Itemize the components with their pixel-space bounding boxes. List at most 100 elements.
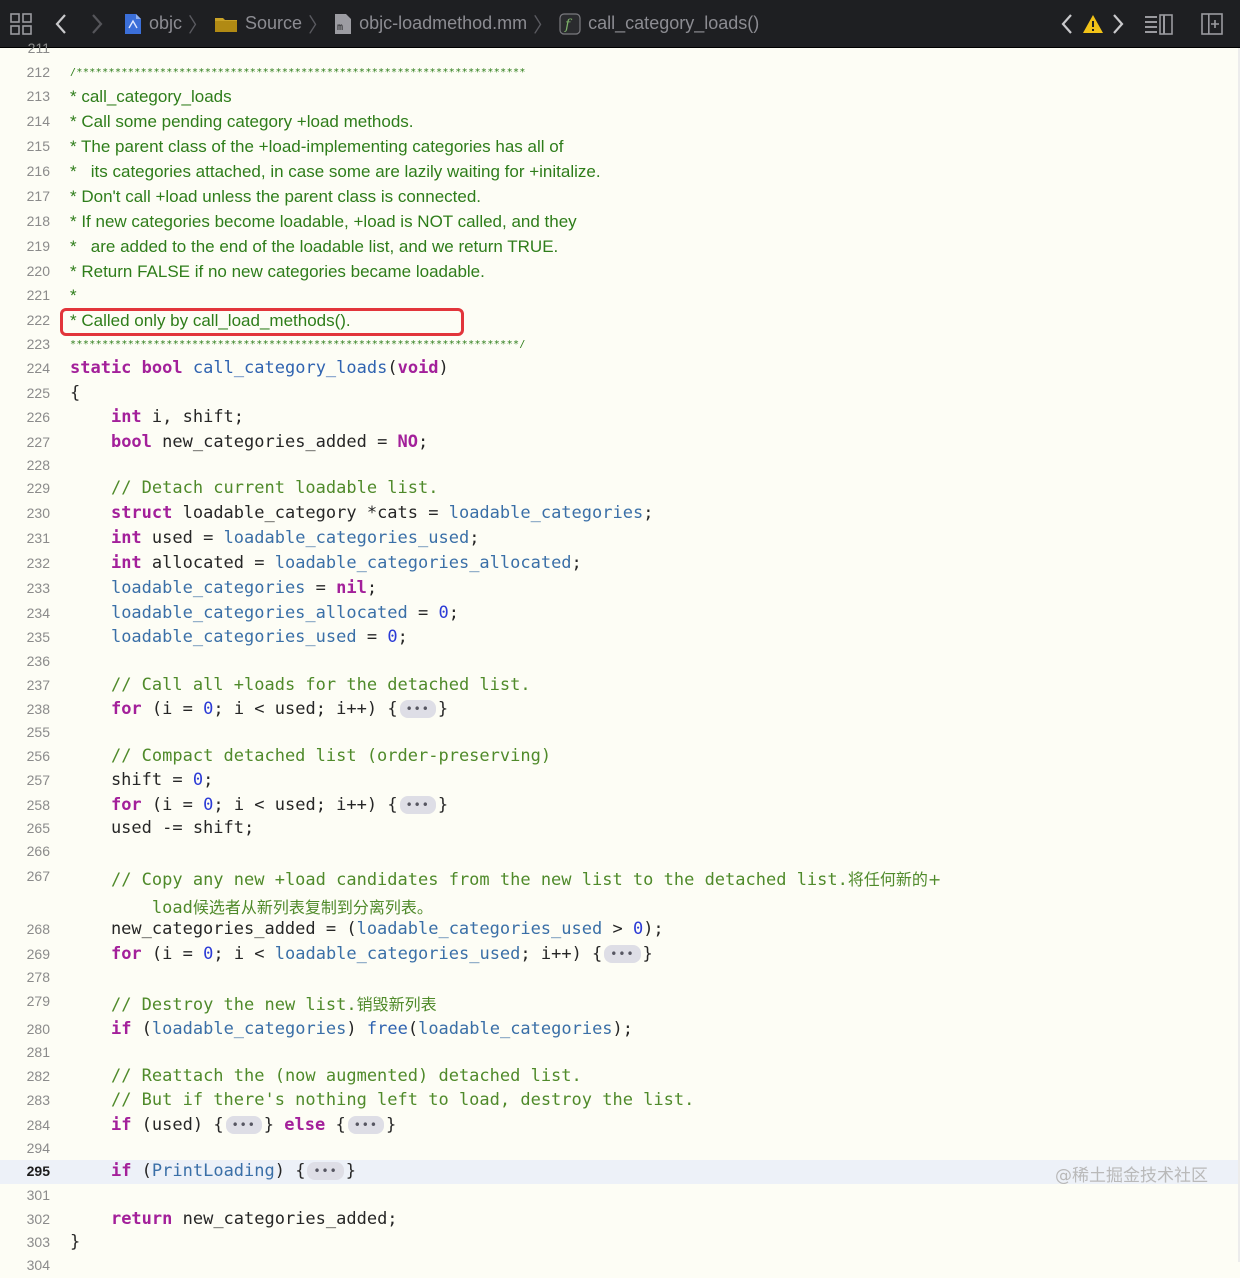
code-line[interactable]: 295 if (PrintLoading) {•••}: [0, 1160, 1240, 1184]
code-line[interactable]: 236: [0, 650, 1240, 674]
line-number[interactable]: 284: [0, 1117, 50, 1133]
code-line[interactable]: 301: [0, 1184, 1240, 1208]
code-line[interactable]: 302 return new_categories_added;: [0, 1208, 1240, 1232]
line-number[interactable]: 235: [0, 629, 50, 645]
code-line[interactable]: 281: [0, 1041, 1240, 1065]
line-number[interactable]: 236: [0, 653, 50, 669]
code-line[interactable]: 217 * Don't call +load unless the parent …: [0, 185, 1240, 209]
code-line[interactable]: 231 int used = loadable_categories_used;: [0, 527, 1240, 551]
line-number[interactable]: 238: [0, 701, 50, 717]
add-editor-split-icon[interactable]: [1200, 12, 1224, 35]
code-line[interactable]: 228: [0, 454, 1240, 478]
code-line[interactable]: 238 for (i = 0; i < used; i++) {•••}: [0, 698, 1240, 722]
line-number[interactable]: 232: [0, 555, 50, 571]
line-number[interactable]: 237: [0, 677, 50, 693]
code-line[interactable]: 219 * are added to the end of the loadabl…: [0, 235, 1240, 259]
code-line[interactable]: 265 used -= shift;: [0, 817, 1240, 841]
line-number[interactable]: 255: [0, 724, 50, 740]
editor-options-icon[interactable]: [1144, 13, 1174, 35]
code-line[interactable]: load候选者从新列表复制到分离列表。: [0, 893, 1240, 918]
back-chevron-icon[interactable]: [54, 13, 68, 35]
code-line[interactable]: 283 // But if there's nothing left to lo…: [0, 1089, 1240, 1113]
line-number[interactable]: 221: [0, 287, 50, 303]
code-line[interactable]: 303}: [0, 1231, 1240, 1255]
breadcrumb-project[interactable]: objc: [124, 13, 182, 35]
line-number[interactable]: 228: [0, 457, 50, 473]
line-number[interactable]: 302: [0, 1211, 50, 1227]
line-number[interactable]: 282: [0, 1068, 50, 1084]
code-line[interactable]: 255: [0, 721, 1240, 745]
line-number[interactable]: 215: [0, 138, 50, 154]
line-number[interactable]: 279: [0, 993, 50, 1009]
line-number[interactable]: 257: [0, 772, 50, 788]
line-number[interactable]: 217: [0, 188, 50, 204]
code-line[interactable]: 212 /************************************…: [0, 61, 1240, 85]
code-line[interactable]: 225 {: [0, 382, 1240, 406]
line-number[interactable]: 213: [0, 88, 50, 104]
line-number[interactable]: 229: [0, 480, 50, 496]
code-line[interactable]: 234 loadable_categories_allocated = 0;: [0, 602, 1240, 626]
line-number[interactable]: 219: [0, 238, 50, 254]
line-number[interactable]: 223: [0, 336, 50, 352]
code-line[interactable]: 304: [0, 1254, 1240, 1278]
code-line[interactable]: 279 // Destroy the new list.销毁新列表: [0, 990, 1240, 1015]
line-number[interactable]: 218: [0, 213, 50, 229]
source-editor[interactable]: 211 212 /*********************************…: [0, 40, 1240, 1273]
line-number[interactable]: 304: [0, 1257, 50, 1273]
line-number[interactable]: 227: [0, 434, 50, 450]
line-number[interactable]: 258: [0, 797, 50, 813]
line-number[interactable]: 281: [0, 1044, 50, 1060]
breadcrumb-file[interactable]: m objc-loadmethod.mm: [334, 13, 527, 35]
code-line[interactable]: 258 for (i = 0; i < used; i++) {•••}: [0, 794, 1240, 818]
line-number[interactable]: 216: [0, 163, 50, 179]
code-line[interactable]: 257 shift = 0;: [0, 769, 1240, 793]
code-line[interactable]: 233 loadable_categories = nil;: [0, 577, 1240, 601]
code-line[interactable]: 232 int allocated = loadable_categories_…: [0, 552, 1240, 576]
code-line[interactable]: 280 if (loadable_categories) free(loadab…: [0, 1018, 1240, 1042]
breadcrumb-function[interactable]: f call_category_loads(): [559, 12, 759, 35]
line-number[interactable]: 214: [0, 113, 50, 129]
line-number[interactable]: 222: [0, 312, 50, 328]
code-line[interactable]: 269 for (i = 0; i < loadable_categories_…: [0, 943, 1240, 967]
code-line[interactable]: 237 // Call all +loads for the detached …: [0, 674, 1240, 698]
code-line[interactable]: 278: [0, 966, 1240, 990]
line-number[interactable]: 234: [0, 605, 50, 621]
breadcrumb-folder[interactable]: Source: [214, 13, 302, 34]
line-number[interactable]: 283: [0, 1092, 50, 1108]
previous-issue-chevron-icon[interactable]: [1060, 13, 1074, 35]
folded-code-ellipsis-icon[interactable]: •••: [604, 945, 641, 963]
line-number[interactable]: 225: [0, 385, 50, 401]
line-number[interactable]: 303: [0, 1234, 50, 1250]
folded-code-ellipsis-icon[interactable]: •••: [399, 796, 436, 814]
folded-code-ellipsis-icon[interactable]: •••: [307, 1162, 344, 1180]
code-line[interactable]: 214 * Call some pending category +load me…: [0, 110, 1240, 134]
line-number[interactable]: 266: [0, 843, 50, 859]
folded-code-ellipsis-icon[interactable]: •••: [399, 700, 436, 718]
line-number[interactable]: 268: [0, 921, 50, 937]
line-number[interactable]: 269: [0, 946, 50, 962]
code-line[interactable]: 227 bool new_categories_added = NO;: [0, 431, 1240, 455]
line-number[interactable]: 280: [0, 1021, 50, 1037]
line-number[interactable]: 226: [0, 409, 50, 425]
code-line[interactable]: 215 * The parent class of the +load-imple…: [0, 135, 1240, 159]
code-line[interactable]: 284 if (used) {•••} else {•••}: [0, 1114, 1240, 1138]
code-line[interactable]: 229 // Detach current loadable list.: [0, 477, 1240, 501]
line-number[interactable]: 295: [0, 1163, 50, 1179]
code-line[interactable]: 221 *: [0, 284, 1240, 308]
code-line[interactable]: 256 // Compact detached list (order-pres…: [0, 745, 1240, 769]
folded-code-ellipsis-icon[interactable]: •••: [225, 1116, 262, 1134]
line-number[interactable]: 265: [0, 820, 50, 836]
line-number[interactable]: 301: [0, 1187, 50, 1203]
line-number[interactable]: 256: [0, 748, 50, 764]
code-line[interactable]: 220 * Return FALSE if no new categories b…: [0, 260, 1240, 284]
code-line[interactable]: 223 *************************************…: [0, 333, 1240, 357]
line-number[interactable]: 278: [0, 969, 50, 985]
line-number[interactable]: 224: [0, 360, 50, 376]
line-number[interactable]: 233: [0, 580, 50, 596]
code-line[interactable]: 213 * call_category_loads: [0, 85, 1240, 109]
code-line[interactable]: 230 struct loadable_category *cats = loa…: [0, 502, 1240, 526]
code-line[interactable]: 282 // Reattach the (now augmented) deta…: [0, 1065, 1240, 1089]
code-line[interactable]: 211: [0, 37, 1240, 61]
line-number[interactable]: 220: [0, 263, 50, 279]
code-line[interactable]: 266: [0, 840, 1240, 864]
